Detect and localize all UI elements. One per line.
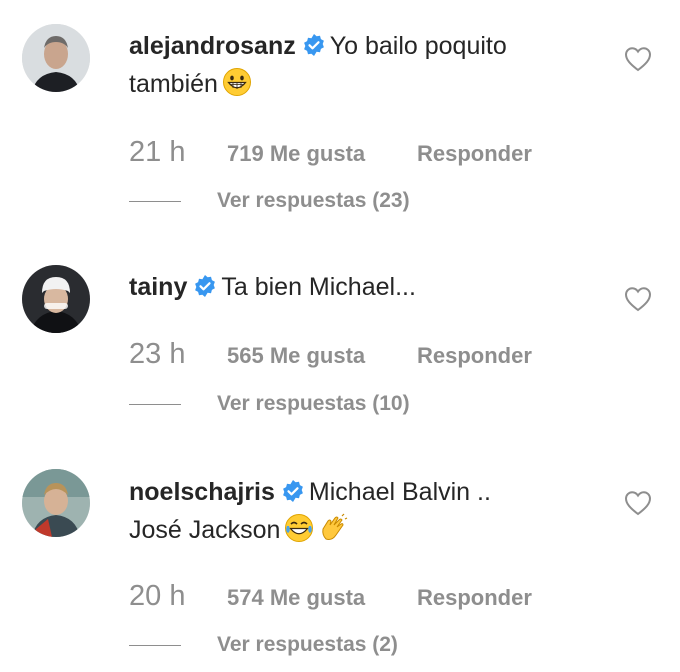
comment-body-line2: José Jackson: [129, 516, 281, 544]
grinning-face-emoji-icon: [222, 67, 252, 97]
comment-meta: 21 h 719 Me gusta Responder: [129, 136, 532, 168]
like-heart-icon[interactable]: [624, 46, 652, 72]
avatar-alejandrosanz[interactable]: [22, 24, 90, 92]
replies-divider: [129, 644, 181, 646]
avatar-tainy[interactable]: [22, 265, 90, 333]
verified-badge-icon: [281, 479, 305, 503]
view-replies-label[interactable]: Ver respuestas (2): [217, 633, 398, 657]
comment-body-line2: también: [129, 70, 218, 98]
comment-body-line1: Michael Balvin ..: [308, 478, 491, 506]
like-heart-icon[interactable]: [624, 490, 652, 516]
replies-divider: [129, 403, 181, 405]
verified-badge-icon: [302, 33, 326, 57]
view-replies-label[interactable]: Ver respuestas (23): [217, 189, 410, 213]
likes-count-button[interactable]: 719 Me gusta: [227, 141, 417, 167]
comment-username[interactable]: noelschajris: [129, 478, 275, 506]
comment-text: noelschajris Michael Balvin .. José Jacks…: [129, 473, 599, 549]
comment-timestamp: 21 h: [129, 136, 186, 168]
likes-count-button[interactable]: 574 Me gusta: [227, 585, 417, 611]
comment-body-line1: Ta bien Michael...: [221, 273, 416, 301]
tears-of-joy-emoji-icon: [284, 513, 314, 543]
view-replies-button[interactable]: Ver respuestas (2): [129, 630, 398, 660]
verified-badge-icon: [193, 274, 217, 298]
comment-username[interactable]: alejandrosanz: [129, 32, 296, 60]
view-replies-button[interactable]: Ver respuestas (23): [129, 186, 410, 216]
view-replies-label[interactable]: Ver respuestas (10): [217, 392, 410, 416]
comment-text: tainy Ta bien Michael...: [129, 268, 599, 306]
comment-meta: 20 h 574 Me gusta Responder: [129, 580, 532, 612]
comment-body-line1: Yo bailo poquito: [329, 32, 507, 60]
replies-divider: [129, 200, 181, 202]
avatar-noelschajris[interactable]: [22, 469, 90, 537]
view-replies-button[interactable]: Ver respuestas (10): [129, 389, 410, 419]
comment-timestamp: 20 h: [129, 580, 186, 612]
reply-button[interactable]: Responder: [417, 585, 532, 611]
comment-text: alejandrosanz Yo bailo poquito también: [129, 27, 599, 103]
reply-button[interactable]: Responder: [417, 343, 532, 369]
comment-meta: 23 h 565 Me gusta Responder: [129, 338, 532, 370]
comment-timestamp: 23 h: [129, 338, 186, 370]
likes-count-button[interactable]: 565 Me gusta: [227, 343, 417, 369]
clapping-hands-emoji-icon: [318, 513, 348, 543]
reply-button[interactable]: Responder: [417, 141, 532, 167]
like-heart-icon[interactable]: [624, 286, 652, 312]
comment-username[interactable]: tainy: [129, 273, 187, 301]
